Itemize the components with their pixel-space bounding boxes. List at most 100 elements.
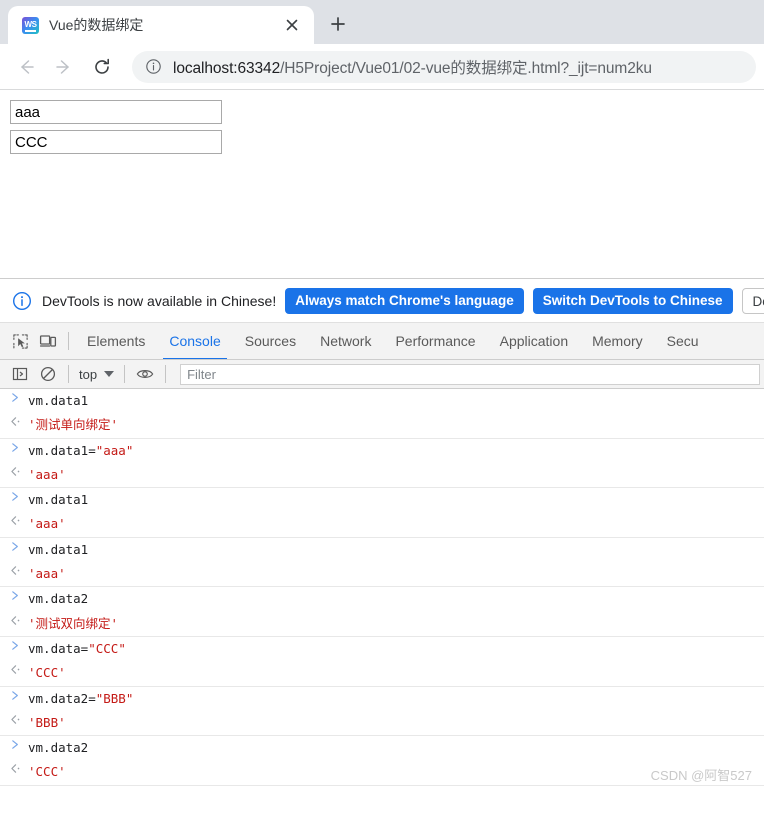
tab-performance[interactable]: Performance	[383, 323, 487, 359]
toolbar-divider	[68, 332, 69, 350]
device-toolbar-icon[interactable]	[34, 327, 62, 355]
console-output-marker-icon	[10, 663, 28, 675]
console-input-marker-icon	[10, 490, 28, 502]
console-output-marker-icon	[10, 614, 28, 626]
console-output-text: 'aaa'	[28, 516, 66, 532]
data1-input[interactable]	[10, 100, 222, 124]
chevron-down-icon	[104, 371, 115, 377]
console-output-marker-icon	[10, 762, 28, 774]
console-input-text: vm.data2	[28, 591, 89, 607]
console-input-row[interactable]: vm.data1	[0, 538, 764, 562]
console-output-row: 'CCC'	[0, 760, 764, 784]
console-sidebar-icon[interactable]	[6, 360, 34, 388]
devtools-panel: DevTools is now available in Chinese! Al…	[0, 278, 764, 792]
console-filter-input[interactable]	[180, 363, 760, 385]
console-toolbar-divider-1	[68, 365, 69, 383]
console-group: vm.data2 'CCC'	[0, 736, 764, 786]
console-output-marker-icon	[10, 415, 28, 427]
console-group: vm.data1 '测试单向绑定'	[0, 389, 764, 439]
console-input-marker-icon	[10, 441, 28, 453]
console-toolbar-divider-3	[165, 365, 167, 383]
tab-network[interactable]: Network	[308, 323, 383, 359]
console-output-row: 'aaa'	[0, 562, 764, 586]
console-toolbar: top	[0, 360, 764, 389]
console-input-text: vm.data2="BBB"	[28, 690, 134, 706]
browser-tab[interactable]: WS Vue的数据绑定	[8, 6, 314, 44]
console-input-marker-icon	[10, 589, 28, 601]
tab-elements[interactable]: Elements	[75, 323, 157, 359]
console-toolbar-divider-2	[124, 365, 126, 383]
devtools-tab-bar: Elements Console Sources Network Perform…	[0, 323, 764, 360]
info-circle-icon	[12, 291, 32, 311]
console-output-text: 'CCC'	[28, 764, 66, 780]
inspect-element-icon[interactable]	[6, 327, 34, 355]
data2-input[interactable]	[10, 130, 222, 154]
console-group: vm.data2="BBB" 'BBB'	[0, 687, 764, 737]
console-output-marker-icon	[10, 465, 28, 477]
console-group: vm.data1 'aaa'	[0, 538, 764, 588]
url-path: /H5Project/Vue01/02-vue的数据绑定.html?_ijt=n…	[280, 59, 652, 77]
reload-button[interactable]	[86, 51, 118, 83]
console-group: vm.data1 'aaa'	[0, 488, 764, 538]
tab-sources[interactable]: Sources	[233, 323, 308, 359]
console-input-text: vm.data="CCC"	[28, 640, 126, 656]
address-bar[interactable]: localhost:63342/H5Project/Vue01/02-vue的数…	[132, 50, 756, 83]
page-viewport	[0, 90, 764, 278]
notice-message: DevTools is now available in Chinese!	[42, 292, 277, 309]
close-icon[interactable]	[280, 13, 304, 37]
console-output-marker-icon	[10, 713, 28, 725]
console-output-text: 'aaa'	[28, 466, 66, 482]
console-output-row: 'aaa'	[0, 512, 764, 536]
info-circle-icon[interactable]	[145, 58, 162, 75]
back-button[interactable]	[10, 51, 42, 83]
switch-devtools-to-chinese-button[interactable]: Switch DevTools to Chinese	[532, 287, 733, 314]
favicon-bar	[25, 29, 36, 32]
tab-memory[interactable]: Memory	[580, 323, 655, 359]
console-input-row[interactable]: vm.data1	[0, 389, 764, 413]
tab-title: Vue的数据绑定	[49, 17, 144, 33]
console-group: vm.data1="aaa" 'aaa'	[0, 439, 764, 489]
console-input-row[interactable]: vm.data2	[0, 587, 764, 611]
console-output-marker-icon	[10, 514, 28, 526]
console-group: vm.data="CCC" 'CCC'	[0, 637, 764, 687]
url-host: localhost:63342	[173, 59, 281, 77]
console-input-row[interactable]: vm.data1	[0, 488, 764, 512]
console-group: vm.data2 '测试双向绑定'	[0, 587, 764, 637]
console-input-row[interactable]: vm.data2="BBB"	[0, 687, 764, 711]
browser-chrome: WS Vue的数据绑定 localhost:63342/H5Project/Vu…	[0, 0, 764, 90]
forward-button[interactable]	[48, 51, 80, 83]
clear-console-icon[interactable]	[34, 360, 62, 388]
console-output-row: '测试双向绑定'	[0, 612, 764, 636]
always-match-chrome-language-button[interactable]: Always match Chrome's language	[285, 287, 524, 314]
tab-strip: WS Vue的数据绑定	[0, 0, 764, 44]
tab-security[interactable]: Secu	[655, 323, 711, 359]
favicon-text: WS	[24, 20, 37, 29]
console-input-row[interactable]: vm.data="CCC"	[0, 637, 764, 661]
console-input-text: vm.data2	[28, 740, 89, 756]
tab-application[interactable]: Application	[488, 323, 581, 359]
console-input-text: vm.data1	[28, 541, 89, 557]
console-input-text: vm.data1="aaa"	[28, 442, 134, 458]
browser-toolbar: localhost:63342/H5Project/Vue01/02-vue的数…	[0, 44, 764, 90]
console-output-marker-icon	[10, 564, 28, 576]
dont-show-again-button[interactable]: Don't	[741, 287, 764, 314]
console-input-marker-icon	[10, 639, 28, 651]
console-output-row: 'CCC'	[0, 661, 764, 685]
console-output-text: '测试单向绑定'	[28, 417, 119, 433]
console-output-text: '测试双向绑定'	[28, 615, 119, 631]
execution-context-selector[interactable]: top	[75, 367, 118, 382]
webstorm-icon: WS	[22, 16, 39, 34]
console-output[interactable]: vm.data1 '测试单向绑定' vm.data1="aaa"'aaa' vm.da…	[0, 389, 764, 792]
console-input-row[interactable]: vm.data2	[0, 736, 764, 760]
console-prompt[interactable]	[0, 786, 764, 792]
tab-console[interactable]: Console	[157, 323, 232, 359]
console-output-text: 'BBB'	[28, 714, 66, 730]
live-expression-eye-icon[interactable]	[131, 360, 159, 388]
console-input-text: vm.data1	[28, 492, 89, 508]
console-input-row[interactable]: vm.data1="aaa"	[0, 439, 764, 463]
console-output-row: '测试单向绑定'	[0, 413, 764, 437]
console-input-text: vm.data1	[28, 393, 89, 408]
console-output-text: 'CCC'	[28, 665, 66, 681]
new-tab-button[interactable]	[320, 6, 356, 42]
console-input-marker-icon	[10, 689, 28, 701]
